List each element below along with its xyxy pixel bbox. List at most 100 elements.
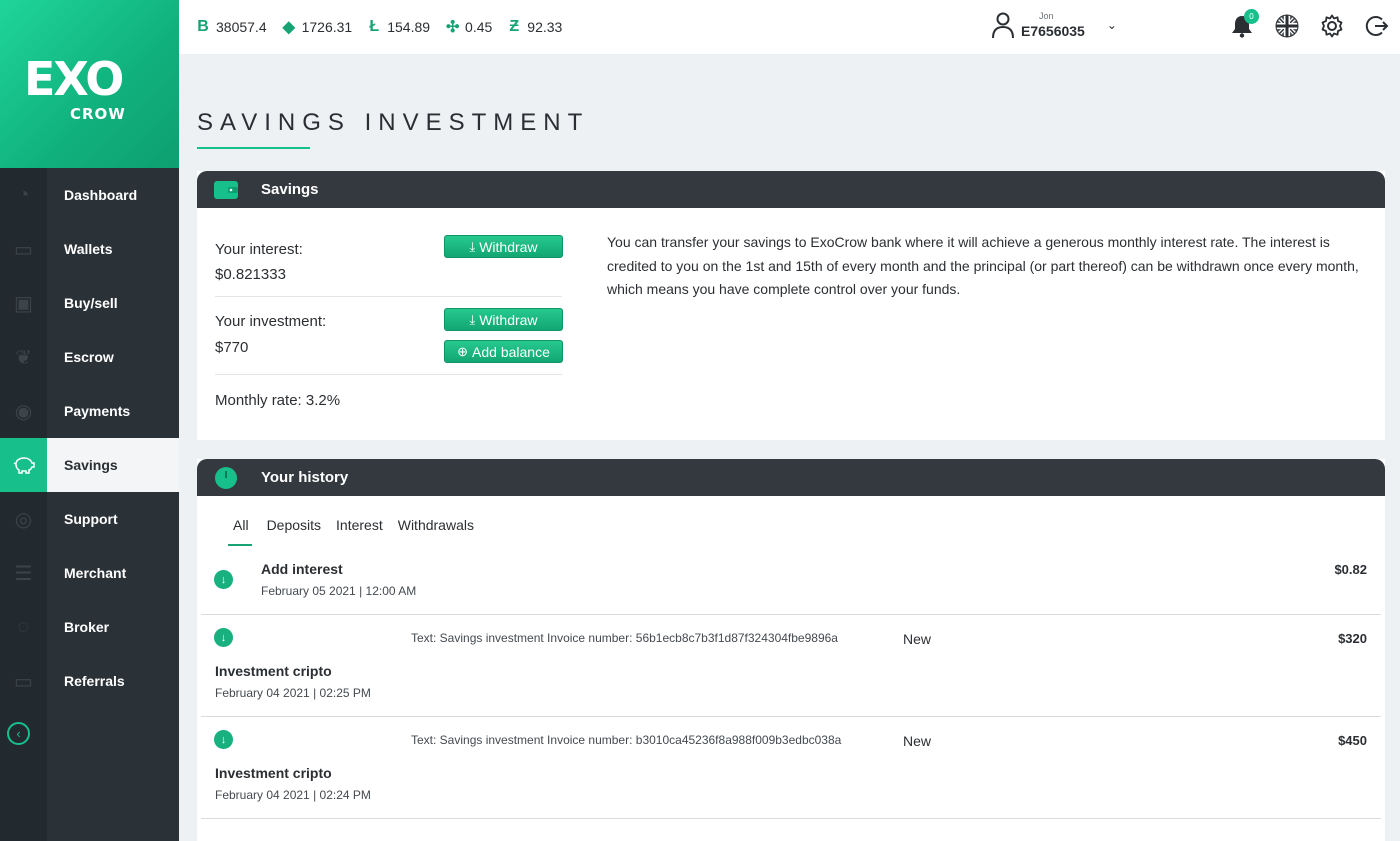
history-row: ↓ Text: Savings investment Invoice numbe… bbox=[201, 615, 1381, 717]
tab-all[interactable]: All bbox=[228, 517, 252, 546]
topbar-actions: 0 bbox=[1210, 9, 1390, 39]
interest-row: Your interest: $0.821333 ⤓ Withdraw bbox=[215, 208, 563, 297]
collapse-sidebar-button[interactable]: ‹ bbox=[7, 722, 30, 745]
sidebar-item-label: Broker bbox=[64, 619, 110, 635]
tab-deposits[interactable]: Deposits bbox=[267, 517, 321, 546]
history-text: Text: Savings investment Invoice number:… bbox=[411, 733, 842, 747]
history-card-title: Your history bbox=[261, 469, 349, 486]
sliders-icon: ☰ bbox=[14, 562, 33, 585]
status-badge: New bbox=[903, 631, 932, 647]
sidebar-item-buy-sell[interactable]: ▣ Buy/sell bbox=[0, 276, 179, 330]
chevron-left-icon: ‹ bbox=[16, 726, 21, 741]
referrals-icon: ▭ bbox=[14, 670, 33, 693]
user-name: Jon bbox=[1039, 10, 1054, 21]
language-button[interactable] bbox=[1274, 13, 1300, 39]
history-row: ↓ Add interest February 05 2021 | 12:00 … bbox=[201, 553, 1381, 615]
piggy-bank-icon bbox=[0, 438, 47, 492]
sidebar-item-label: Buy/sell bbox=[64, 295, 118, 311]
user-menu[interactable]: Jon E7656035 ⌄ bbox=[991, 11, 1117, 39]
withdraw-interest-button[interactable]: ⤓ Withdraw bbox=[444, 235, 563, 258]
savings-card: Savings Your interest: $0.821333 ⤓ Withd… bbox=[197, 171, 1385, 440]
tab-interest[interactable]: Interest bbox=[336, 517, 383, 546]
history-title: Investment cripto bbox=[215, 663, 332, 679]
plus-circle-icon: ⊕ bbox=[457, 343, 469, 359]
ticker-xrp: ✣ 0.45 bbox=[446, 17, 492, 37]
history-title: Add interest bbox=[261, 561, 343, 577]
ticker-value: 154.89 bbox=[387, 19, 431, 35]
ticker-btc: B 38057.4 bbox=[197, 18, 267, 36]
sidebar-item-support[interactable]: ◎ Support bbox=[0, 492, 179, 546]
history-row: ↓ Text: Savings investment Invoice numbe… bbox=[201, 717, 1381, 819]
exchange-icon: ▣ bbox=[14, 292, 33, 315]
sidebar-item-escrow[interactable]: ❦ Escrow bbox=[0, 330, 179, 384]
ethereum-icon: ◆ bbox=[282, 19, 295, 36]
user-info: Jon E7656035 bbox=[1021, 10, 1085, 39]
investment-value: $770 bbox=[215, 339, 249, 356]
savings-card-header: Savings bbox=[197, 171, 1385, 208]
ticker-zec: Ƶ 92.33 bbox=[508, 18, 562, 36]
handshake-icon: ❦ bbox=[15, 346, 32, 369]
investment-label: Your investment: bbox=[215, 313, 327, 330]
broker-icon: ◌ bbox=[17, 615, 30, 638]
uk-flag-icon bbox=[1275, 14, 1299, 38]
sidebar-item-savings[interactable]: Savings bbox=[0, 438, 179, 492]
sidebar-item-payments[interactable]: ◉ Payments bbox=[0, 384, 179, 438]
ticker-value: 38057.4 bbox=[216, 19, 267, 35]
ticker-value: 0.45 bbox=[465, 19, 493, 35]
sidebar-item-label: Savings bbox=[64, 457, 118, 473]
coin-icon: ◉ bbox=[14, 400, 33, 423]
user-icon bbox=[992, 12, 1014, 39]
history-date: February 04 2021 | 02:24 PM bbox=[215, 788, 371, 802]
sidebar-item-merchant[interactable]: ☰ Merchant bbox=[0, 546, 179, 600]
title-underline bbox=[197, 147, 310, 149]
history-title: Investment cripto bbox=[215, 765, 332, 781]
history-amount: $320 bbox=[1338, 631, 1367, 646]
lifebuoy-icon: ◎ bbox=[14, 508, 33, 531]
sidebar-item-referrals[interactable]: ▭ Referrals bbox=[0, 654, 179, 708]
settings-button[interactable] bbox=[1319, 13, 1345, 39]
ticker-ltc: Ł 154.89 bbox=[368, 18, 430, 36]
sidebar-item-wallets[interactable]: ▭ Wallets bbox=[0, 222, 179, 276]
savings-card-title: Savings bbox=[261, 181, 319, 198]
litecoin-icon: Ł bbox=[369, 18, 380, 35]
sidebar: EXO CROW ◔ Dashboard ▭ Wallets ▣ Buy/sel… bbox=[0, 0, 179, 841]
sidebar-nav: ◔ Dashboard ▭ Wallets ▣ Buy/sell ❦ Escro… bbox=[0, 168, 179, 708]
interest-value: $0.821333 bbox=[215, 266, 286, 283]
ripple-icon: ✣ bbox=[446, 19, 460, 36]
logout-button[interactable] bbox=[1364, 13, 1390, 39]
ticker-value: 1726.31 bbox=[301, 19, 353, 35]
history-card: Your history All Deposits Interest Withd… bbox=[197, 459, 1385, 841]
gear-icon bbox=[1321, 14, 1343, 38]
sidebar-item-label: Dashboard bbox=[64, 187, 138, 203]
page-title: SAVINGS INVESTMENT bbox=[197, 109, 590, 136]
download-icon: ⤓ bbox=[469, 238, 476, 254]
topbar: B 38057.4 ◆ 1726.31 Ł 154.89 ✣ 0.45 Ƶ 92… bbox=[179, 0, 1400, 54]
logo-text: EXO bbox=[24, 52, 124, 106]
download-icon: ⤓ bbox=[469, 311, 476, 327]
notification-badge: 0 bbox=[1244, 9, 1259, 24]
zcash-icon: Ƶ bbox=[509, 18, 520, 35]
interest-label: Your interest: bbox=[215, 241, 303, 258]
arrow-down-icon: ↓ bbox=[214, 570, 233, 589]
sidebar-item-label: Merchant bbox=[64, 565, 127, 581]
monthly-rate: Monthly rate: 3.2% bbox=[215, 392, 341, 409]
status-badge: New bbox=[903, 733, 932, 749]
sidebar-item-broker[interactable]: ◌ Broker bbox=[0, 600, 179, 654]
arrow-down-icon: ↓ bbox=[214, 730, 233, 749]
user-id: E7656035 bbox=[1021, 22, 1085, 39]
notifications-button[interactable]: 0 bbox=[1229, 9, 1259, 39]
history-text: Text: Savings investment Invoice number:… bbox=[411, 631, 838, 645]
bitcoin-icon: B bbox=[197, 18, 209, 35]
sidebar-item-dashboard[interactable]: ◔ Dashboard bbox=[0, 168, 179, 222]
wallet-icon: ▭ bbox=[14, 238, 33, 261]
savings-description: You can transfer your savings to ExoCrow… bbox=[607, 234, 1359, 297]
savings-summary: Your interest: $0.821333 ⤓ Withdraw Your… bbox=[215, 208, 563, 409]
logo[interactable]: EXO CROW bbox=[0, 0, 179, 168]
tab-withdrawals[interactable]: Withdrawals bbox=[398, 517, 474, 546]
button-label: Withdraw bbox=[479, 311, 538, 328]
investment-row: Your investment: $770 ⤓ Withdraw ⊕ Add b… bbox=[215, 297, 563, 375]
sidebar-item-label: Payments bbox=[64, 403, 131, 419]
add-balance-button[interactable]: ⊕ Add balance bbox=[444, 340, 563, 363]
withdraw-investment-button[interactable]: ⤓ Withdraw bbox=[444, 308, 563, 331]
ticker-value: 92.33 bbox=[527, 19, 563, 35]
